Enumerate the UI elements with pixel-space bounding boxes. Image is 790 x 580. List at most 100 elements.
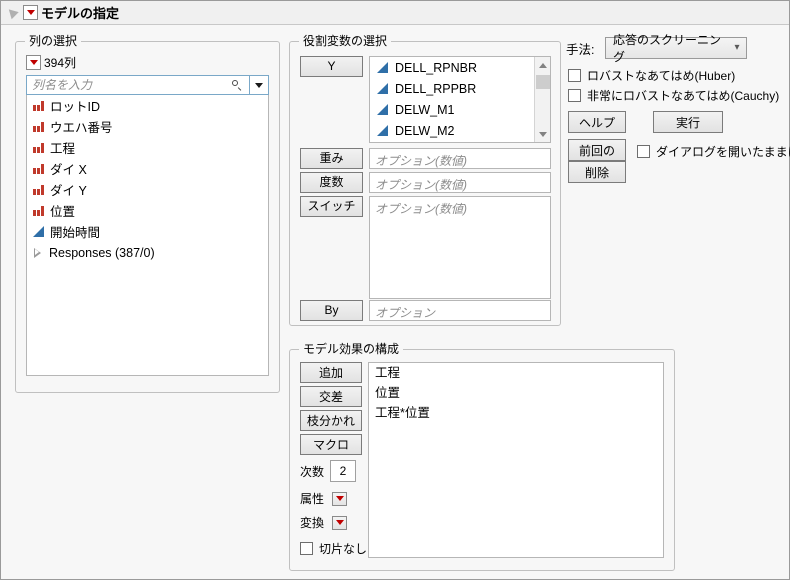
robust-huber-checkbox[interactable]: ロバストなあてはめ(Huber) (568, 67, 735, 84)
chevron-up-icon (539, 62, 547, 68)
run-button[interactable]: 実行 (653, 111, 723, 133)
continuous-column-icon (377, 125, 388, 136)
list-item[interactable]: 工程 (27, 137, 268, 158)
weight-role-button[interactable]: 重み (300, 148, 363, 169)
chevron-down-icon: ▾ (734, 42, 740, 53)
y-variable-label: DELL_RPNBR (395, 60, 477, 75)
list-item[interactable]: 開始時間 (27, 221, 268, 242)
checkbox-box[interactable] (300, 542, 313, 555)
y-variable-label: DELL_RPPBR (395, 81, 477, 96)
macro-menu-button[interactable]: マクロ (300, 434, 362, 468)
continuous-column-icon (377, 62, 388, 73)
y-variable-label: DELW_M2 (395, 123, 455, 138)
list-item[interactable]: DELL_RPPBR (370, 78, 550, 99)
transform-label: 変換 (300, 516, 325, 530)
switch-drop-zone[interactable]: オプション(数値) (369, 196, 551, 299)
red-dropdown-icon[interactable] (26, 55, 41, 70)
model-effects-panel: モデル効果の構成 追加 交差 枝分かれ マクロ 次数 2 属性 変換 切片なし … (289, 342, 675, 571)
checkbox-box[interactable] (568, 89, 581, 102)
column-label: ロットID (50, 100, 101, 114)
dialog-titlebar: モデルの指定 (1, 1, 789, 25)
continuous-column-icon (377, 83, 388, 94)
checkbox-box[interactable] (568, 69, 581, 82)
list-item[interactable]: DELW_M1 (370, 99, 550, 120)
column-label: 位置 (50, 205, 76, 219)
continuous-column-icon (33, 226, 44, 237)
nest-effect-button[interactable]: 枝分かれ (300, 410, 362, 431)
freq-role-button[interactable]: 度数 (300, 172, 363, 193)
triangle-right-icon[interactable] (34, 247, 41, 258)
search-input-wrap[interactable] (26, 75, 249, 95)
checkbox-label: 非常にロバストなあてはめ(Cauchy) (587, 89, 780, 103)
scroll-down-button[interactable] (535, 126, 550, 142)
column-label: 開始時間 (50, 226, 101, 240)
column-label: ダイ X (50, 163, 87, 177)
model-specification-dialog: モデルの指定 列の選択 394列 ロットID ウエハ番号 (0, 0, 790, 580)
chevron-down-icon (539, 131, 547, 137)
scroll-up-button[interactable] (535, 57, 550, 73)
checkbox-label: ロバストなあてはめ(Huber) (587, 69, 736, 83)
degree-row: 次数 2 (300, 460, 357, 482)
recall-button[interactable]: 前回の設定 (568, 139, 626, 178)
nominal-column-icon (33, 100, 44, 111)
list-item[interactable]: 工程 (369, 363, 663, 383)
column-selection-panel: 列の選択 394列 ロットID ウエハ番号 (15, 34, 280, 393)
y-role-button[interactable]: Y (300, 56, 363, 77)
column-list[interactable]: ロットID ウエハ番号 工程 ダイ X ダイ Y 位置 開始時間 Respons… (26, 95, 269, 376)
y-variable-list[interactable]: DELL_RPNBR DELL_RPPBR DELW_M1 DELW_M2 (369, 56, 551, 143)
weight-drop-zone[interactable]: オプション(数値) (369, 148, 551, 169)
attributes-row: 属性 (300, 490, 348, 507)
switch-role-button[interactable]: スイッチ (300, 196, 363, 217)
list-item[interactable]: 位置 (27, 200, 268, 221)
column-label: ウエハ番号 (50, 121, 113, 135)
help-button[interactable]: ヘルプ (568, 111, 626, 133)
add-effect-button[interactable]: 追加 (300, 362, 362, 383)
nominal-column-icon (33, 184, 44, 195)
search-filter-dropdown[interactable] (249, 75, 269, 95)
column-label: 工程 (50, 142, 76, 156)
y-list-scrollbar[interactable] (534, 57, 550, 142)
red-dropdown-icon[interactable] (332, 491, 348, 506)
keep-dialog-open-checkbox[interactable]: ダイアログを開いたままにする (637, 143, 790, 160)
degree-input[interactable]: 2 (330, 460, 357, 482)
continuous-column-icon (377, 104, 388, 115)
attributes-label: 属性 (300, 492, 325, 506)
triangle-down-icon[interactable] (5, 5, 19, 20)
list-item[interactable]: DELW_M2 (370, 120, 550, 141)
freq-drop-zone[interactable]: オプション(数値) (369, 172, 551, 193)
nominal-column-icon (33, 121, 44, 132)
checkbox-box[interactable] (637, 145, 650, 158)
column-search-row (26, 75, 269, 95)
by-role-button[interactable]: By (300, 300, 363, 321)
search-input[interactable] (32, 78, 231, 92)
chevron-down-icon (255, 82, 263, 88)
list-item[interactable]: ロットID (27, 95, 268, 116)
scrollbar-thumb[interactable] (536, 75, 550, 89)
red-dropdown-icon[interactable] (23, 5, 38, 20)
list-item[interactable]: ダイ Y (27, 179, 268, 200)
nominal-column-icon (33, 205, 44, 216)
list-item[interactable]: DELL_RPNBR (370, 57, 550, 78)
red-dropdown-icon[interactable] (332, 515, 348, 530)
column-count-row: 394列 (26, 54, 76, 71)
list-item[interactable]: ウエハ番号 (27, 116, 268, 137)
macro-label: マクロ (312, 438, 349, 452)
list-item-group[interactable]: Responses (387/0) (27, 242, 268, 263)
column-label: ダイ Y (50, 184, 87, 198)
list-item[interactable]: ダイ X (27, 158, 268, 179)
list-item[interactable]: 工程*位置 (369, 403, 663, 423)
transform-row: 変換 (300, 514, 348, 531)
method-select[interactable]: 応答のスクリーニング ▾ (605, 33, 747, 64)
no-intercept-checkbox[interactable]: 切片なし (300, 540, 367, 557)
remove-button[interactable]: 削除 (568, 161, 626, 183)
by-drop-zone[interactable]: オプション (369, 300, 551, 321)
method-selected-value: 応答のスクリーニング (613, 33, 722, 64)
model-effects-list[interactable]: 工程 位置 工程*位置 (368, 362, 664, 558)
method-label: 手法: (566, 43, 595, 57)
robust-cauchy-checkbox[interactable]: 非常にロバストなあてはめ(Cauchy) (568, 87, 779, 104)
cross-effect-button[interactable]: 交差 (300, 386, 362, 407)
column-group-label: Responses (387/0) (49, 245, 155, 260)
column-selection-legend: 列の選択 (25, 34, 82, 48)
list-item[interactable]: 位置 (369, 383, 663, 403)
model-effects-legend: モデル効果の構成 (299, 342, 404, 356)
